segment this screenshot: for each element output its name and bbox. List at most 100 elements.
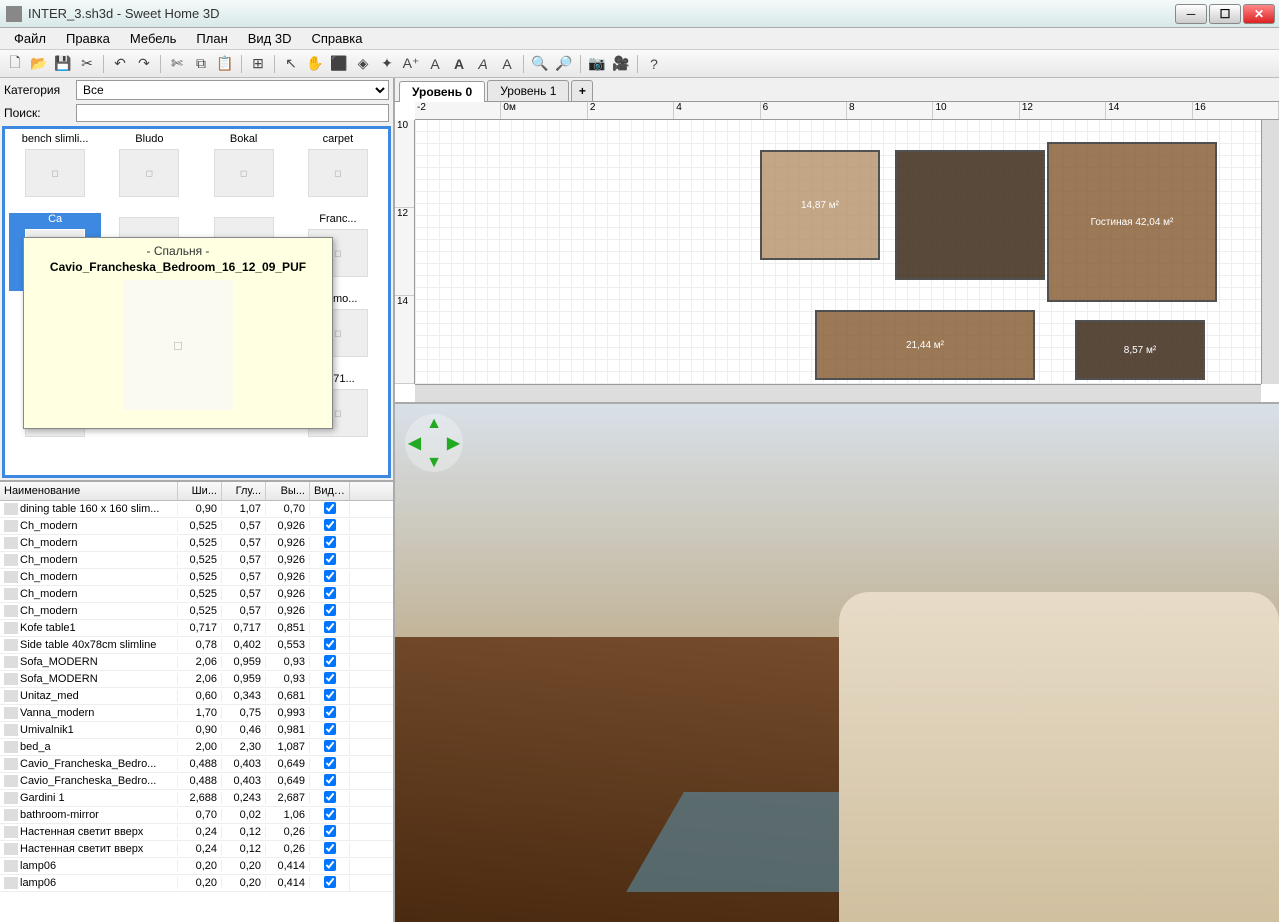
photo-icon[interactable]: 📷: [586, 53, 608, 75]
room-living[interactable]: Гостиная 42,04 м²: [1047, 142, 1217, 302]
room-5[interactable]: 8,57 м²: [1075, 320, 1205, 380]
col-width[interactable]: Ши...: [178, 482, 222, 500]
visible-checkbox[interactable]: [324, 791, 336, 803]
save-icon[interactable]: 💾: [52, 53, 74, 75]
close-button[interactable]: ✕: [1243, 4, 1275, 24]
table-row[interactable]: lamp060,200,200,414: [0, 875, 393, 892]
3d-view[interactable]: ▲ ◀ ▶ ▼: [395, 404, 1279, 922]
preferences-icon[interactable]: ✂: [76, 53, 98, 75]
menu-edit[interactable]: Правка: [56, 29, 120, 48]
visible-checkbox[interactable]: [324, 587, 336, 599]
nav-left-icon[interactable]: ◀: [405, 433, 424, 453]
table-row[interactable]: Настенная светит вверх0,240,120,26: [0, 824, 393, 841]
table-row[interactable]: Sofa_MODERN2,060,9590,93: [0, 654, 393, 671]
visible-checkbox[interactable]: [324, 672, 336, 684]
visible-checkbox[interactable]: [324, 689, 336, 701]
table-row[interactable]: Ch_modern0,5250,570,926: [0, 518, 393, 535]
undo-icon[interactable]: ↶: [109, 53, 131, 75]
furniture-item[interactable]: Bludo◻: [103, 133, 195, 211]
table-row[interactable]: Side table 40x78cm slimline0,780,4020,55…: [0, 637, 393, 654]
redo-icon[interactable]: ↷: [133, 53, 155, 75]
3d-nav-compass[interactable]: ▲ ◀ ▶ ▼: [405, 414, 463, 472]
add-furniture-icon[interactable]: ⊞: [247, 53, 269, 75]
plan-hscroll[interactable]: [415, 384, 1261, 402]
col-visible[interactable]: Види...: [310, 482, 350, 500]
table-row[interactable]: Ch_modern0,5250,570,926: [0, 603, 393, 620]
text-italic-icon[interactable]: A: [472, 53, 494, 75]
visible-checkbox[interactable]: [324, 825, 336, 837]
visible-checkbox[interactable]: [324, 638, 336, 650]
table-row[interactable]: dining table 160 x 160 slim...0,901,070,…: [0, 501, 393, 518]
visible-checkbox[interactable]: [324, 706, 336, 718]
pan-icon[interactable]: ✋: [304, 53, 326, 75]
table-row[interactable]: Cavio_Francheska_Bedro...0,4880,4030,649: [0, 756, 393, 773]
create-walls-icon[interactable]: ⬛: [328, 53, 350, 75]
search-input[interactable]: [76, 104, 389, 122]
menu-help[interactable]: Справка: [302, 29, 373, 48]
tab-level-0[interactable]: Уровень 0: [399, 81, 485, 102]
visible-checkbox[interactable]: [324, 876, 336, 888]
menu-3d-view[interactable]: Вид 3D: [238, 29, 302, 48]
zoom-in-icon[interactable]: 🔍: [529, 53, 551, 75]
new-icon[interactable]: 🗋: [4, 53, 26, 75]
furniture-item[interactable]: bench slimli...◻: [9, 133, 101, 211]
create-text-icon[interactable]: A: [424, 53, 446, 75]
visible-checkbox[interactable]: [324, 723, 336, 735]
plan-canvas[interactable]: 14,87 м² Гостиная 42,04 м² 21,44 м² 8,57…: [415, 120, 1261, 384]
visible-checkbox[interactable]: [324, 604, 336, 616]
maximize-button[interactable]: ☐: [1209, 4, 1241, 24]
visible-checkbox[interactable]: [324, 655, 336, 667]
zoom-out-icon[interactable]: 🔎: [553, 53, 575, 75]
visible-checkbox[interactable]: [324, 808, 336, 820]
visible-checkbox[interactable]: [324, 774, 336, 786]
table-row[interactable]: Cavio_Francheska_Bedro...0,4880,4030,649: [0, 773, 393, 790]
table-row[interactable]: bed_a2,002,301,087: [0, 739, 393, 756]
plan-vscroll[interactable]: [1261, 120, 1279, 384]
tab-level-1[interactable]: Уровень 1: [487, 80, 569, 101]
table-row[interactable]: Ch_modern0,5250,570,926: [0, 552, 393, 569]
table-row[interactable]: Vanna_modern1,700,750,993: [0, 705, 393, 722]
cut-icon[interactable]: ✄: [166, 53, 188, 75]
visible-checkbox[interactable]: [324, 757, 336, 769]
plan-view[interactable]: -20м246810121416 101214 14,87 м² Гостина…: [395, 102, 1279, 404]
table-row[interactable]: bathroom-mirror0,700,021,06: [0, 807, 393, 824]
visible-checkbox[interactable]: [324, 842, 336, 854]
visible-checkbox[interactable]: [324, 519, 336, 531]
nav-down-icon[interactable]: ▼: [424, 453, 443, 472]
text-size-icon[interactable]: A: [496, 53, 518, 75]
room-4[interactable]: 21,44 м²: [815, 310, 1035, 380]
visible-checkbox[interactable]: [324, 536, 336, 548]
visible-checkbox[interactable]: [324, 502, 336, 514]
furniture-item[interactable]: Bokal◻: [198, 133, 290, 211]
table-row[interactable]: Unitaz_med0,600,3430,681: [0, 688, 393, 705]
table-row[interactable]: Kofe table10,7170,7170,851: [0, 620, 393, 637]
visible-checkbox[interactable]: [324, 621, 336, 633]
menu-file[interactable]: Файл: [4, 29, 56, 48]
table-row[interactable]: Gardini 12,6880,2432,687: [0, 790, 393, 807]
table-row[interactable]: Ch_modern0,5250,570,926: [0, 586, 393, 603]
visible-checkbox[interactable]: [324, 859, 336, 871]
table-row[interactable]: lamp060,200,200,414: [0, 858, 393, 875]
room-dining[interactable]: 14,87 м²: [760, 150, 880, 260]
col-name[interactable]: Наименование: [0, 482, 178, 500]
menu-furniture[interactable]: Мебель: [120, 29, 187, 48]
visible-checkbox[interactable]: [324, 740, 336, 752]
nav-up-icon[interactable]: ▲: [424, 414, 443, 433]
col-height[interactable]: Вы...: [266, 482, 310, 500]
nav-right-icon[interactable]: ▶: [444, 433, 463, 453]
tab-add[interactable]: +: [571, 80, 593, 101]
paste-icon[interactable]: 📋: [214, 53, 236, 75]
minimize-button[interactable]: ─: [1175, 4, 1207, 24]
visible-checkbox[interactable]: [324, 553, 336, 565]
table-row[interactable]: Настенная светит вверх0,240,120,26: [0, 841, 393, 858]
table-row[interactable]: Sofa_MODERN2,060,9590,93: [0, 671, 393, 688]
table-row[interactable]: Ch_modern0,5250,570,926: [0, 569, 393, 586]
video-icon[interactable]: 🎥: [610, 53, 632, 75]
category-select[interactable]: Все: [76, 80, 389, 100]
select-icon[interactable]: ↖: [280, 53, 302, 75]
visible-checkbox[interactable]: [324, 570, 336, 582]
table-row[interactable]: Umivalnik10,900,460,981: [0, 722, 393, 739]
help-icon[interactable]: ?: [643, 53, 665, 75]
table-row[interactable]: Ch_modern0,5250,570,926: [0, 535, 393, 552]
col-depth[interactable]: Глу...: [222, 482, 266, 500]
